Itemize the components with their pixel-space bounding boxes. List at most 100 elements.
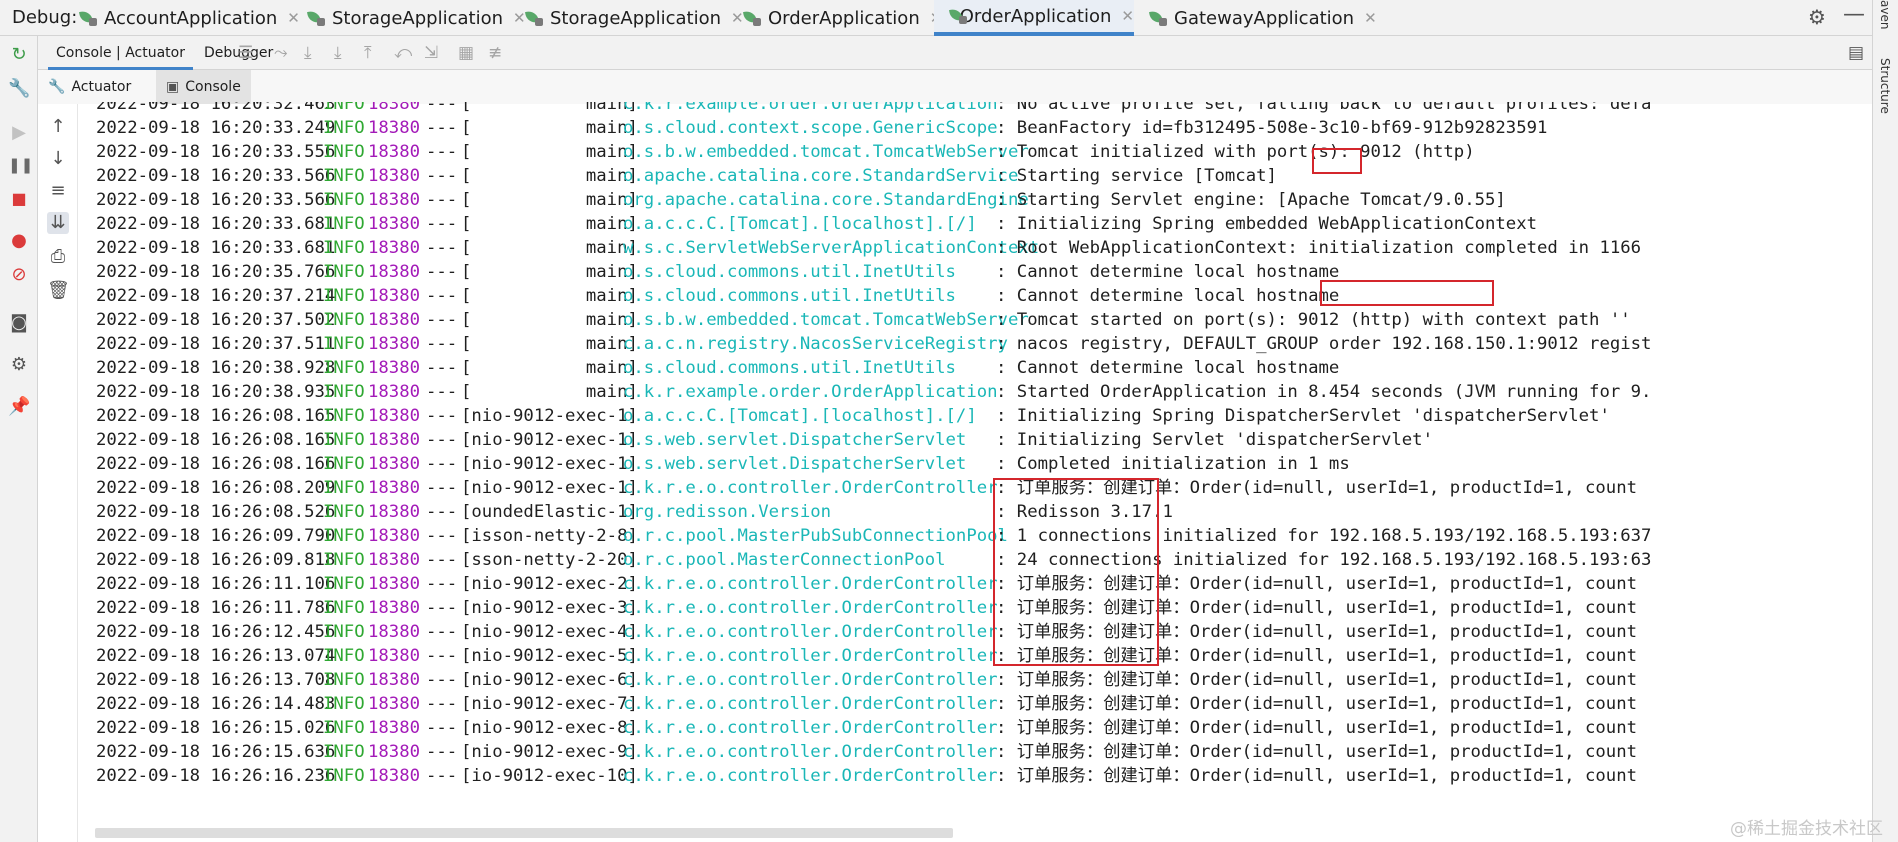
step-over-icon[interactable]: ⤓ xyxy=(304,43,312,63)
scroll-to-end-icon[interactable]: ⇊ xyxy=(47,212,69,234)
down-arrow-icon[interactable]: ↓ xyxy=(47,148,69,170)
tab-storage-application-2[interactable]: StorageApplication ✕ xyxy=(524,0,744,36)
log-logger[interactable]: o.apache.catalina.core.StandardService xyxy=(623,164,1018,188)
print-icon[interactable]: ⎙ xyxy=(47,246,69,268)
log-logger[interactable]: o.r.c.pool.MasterPubSubConnectionPool xyxy=(623,524,1008,548)
log-thread: [ main] xyxy=(461,310,638,330)
run-to-cursor-icon[interactable]: ⇲ xyxy=(424,43,438,63)
log-sep: --- xyxy=(426,526,458,546)
log-logger[interactable]: c.k.r.example.order.OrderApplication xyxy=(623,102,998,116)
wrench-icon[interactable]: 🔧 xyxy=(8,78,30,100)
log-level: INFO xyxy=(323,214,365,234)
log-ts: 2022-09-18 16:26:08.165 xyxy=(96,430,336,450)
log-logger[interactable]: o.s.b.w.embedded.tomcat.TomcatWebServer xyxy=(623,140,1029,164)
pause-icon[interactable]: ❚❚ xyxy=(8,154,33,176)
log-sep: --- xyxy=(426,238,458,258)
log-sep: --- xyxy=(426,622,458,642)
pin-icon[interactable]: 📌 xyxy=(8,396,30,418)
horizontal-scrollbar[interactable] xyxy=(95,828,953,838)
tab-storage-application-1[interactable]: StorageApplication ✕ xyxy=(306,0,526,36)
tab-actuator[interactable]: 🔧 Actuator xyxy=(48,70,131,104)
drop-frame-icon[interactable]: ⤺ xyxy=(394,43,412,63)
resume-icon[interactable]: ▶ xyxy=(8,122,30,144)
mute-breakpoints-icon[interactable]: ⊘ xyxy=(8,264,30,286)
minimize-icon[interactable]: — xyxy=(1843,2,1865,27)
step-into-icon[interactable]: ⤓ xyxy=(334,43,342,63)
up-arrow-icon[interactable]: ↑ xyxy=(47,116,69,138)
log-logger[interactable]: c.k.r.example.order.OrderApplication xyxy=(623,380,998,404)
trace-icon[interactable]: ≢ xyxy=(488,43,502,63)
actuator-icon: 🔧 xyxy=(48,79,66,95)
log-sep: --- xyxy=(426,118,458,138)
soft-wrap-icon[interactable]: ≡ xyxy=(47,180,69,202)
log-ts: 2022-09-18 16:20:35.766 xyxy=(96,262,336,282)
log-logger[interactable]: o.a.c.c.C.[Tomcat].[localhost].[/] xyxy=(623,212,977,236)
show-execution-point-icon[interactable]: ⤳ xyxy=(274,43,288,63)
stop-icon[interactable]: ■ xyxy=(8,188,30,210)
log-level: INFO xyxy=(323,238,365,258)
gear-icon[interactable]: ⚙ xyxy=(1808,5,1826,29)
view-breakpoints-icon[interactable]: ● xyxy=(8,230,30,252)
log-pid: 18380 xyxy=(368,118,421,138)
camera-icon[interactable]: ◙ xyxy=(8,312,30,334)
log-logger[interactable]: c.k.r.e.o.controller.OrderController xyxy=(623,476,998,500)
spring-boot-icon xyxy=(1148,10,1168,26)
log-msg: : Completed initialization in 1 ms xyxy=(996,454,1350,474)
settings-icon[interactable]: ⚙ xyxy=(8,354,30,376)
log-logger[interactable]: c.k.r.e.o.controller.OrderController xyxy=(623,572,998,596)
console-output[interactable]: 2022-09-18 16:20:32.463 INFO 18380 ---[ mai… xyxy=(78,102,1872,824)
close-icon[interactable]: ✕ xyxy=(1364,9,1377,27)
rerun-icon[interactable]: ↻ xyxy=(8,44,30,66)
log-logger[interactable]: o.s.cloud.commons.util.InetUtils xyxy=(623,260,956,284)
tab-account-application[interactable]: AccountApplication ✕ xyxy=(78,0,300,36)
log-level: INFO xyxy=(323,766,365,786)
log-ts: 2022-09-18 16:20:33.681 xyxy=(96,238,336,258)
log-logger[interactable]: o.s.cloud.commons.util.InetUtils xyxy=(623,284,956,308)
log-ts: 2022-09-18 16:20:38.928 xyxy=(96,358,336,378)
log-logger[interactable]: org.apache.catalina.core.StandardEngine xyxy=(623,188,1029,212)
log-ts: 2022-09-18 16:26:16.236 xyxy=(96,766,336,786)
log-logger[interactable]: o.s.b.w.embedded.tomcat.TomcatWebServer xyxy=(623,308,1029,332)
log-logger[interactable]: c.k.r.e.o.controller.OrderController xyxy=(623,692,998,716)
log-pid: 18380 xyxy=(368,598,421,618)
log-logger[interactable]: org.redisson.Version xyxy=(623,500,831,524)
log-logger[interactable]: o.a.c.c.C.[Tomcat].[localhost].[/] xyxy=(623,404,977,428)
log-logger[interactable]: c.k.r.e.o.controller.OrderController xyxy=(623,668,998,692)
log-logger[interactable]: c.k.r.e.o.controller.OrderController xyxy=(623,620,998,644)
log-logger[interactable]: c.k.r.e.o.controller.OrderController xyxy=(623,644,998,668)
close-icon[interactable]: ✕ xyxy=(1121,7,1134,25)
log-logger[interactable]: c.k.r.e.o.controller.OrderController xyxy=(623,764,998,788)
menu-icon[interactable]: ☰ xyxy=(238,43,253,63)
layout-icon[interactable]: ▤ xyxy=(1848,43,1864,63)
tab-gateway-application[interactable]: GatewayApplication ✕ xyxy=(1148,0,1377,36)
log-ts: 2022-09-18 16:26:09.818 xyxy=(96,550,336,570)
log-ts: 2022-09-18 16:20:32.463 xyxy=(96,102,336,114)
clear-all-icon[interactable]: 🗑 xyxy=(47,280,70,302)
log-logger[interactable]: o.s.cloud.context.scope.GenericScope xyxy=(623,116,998,140)
log-sep: --- xyxy=(426,166,458,186)
log-thread: [nio-9012-exec-3] xyxy=(461,598,638,618)
structure-tool-label[interactable]: Structure xyxy=(1878,58,1892,114)
log-msg: : nacos registry, DEFAULT_GROUP order 19… xyxy=(996,334,1652,354)
log-thread: [ main] xyxy=(461,102,638,114)
tab-order-application-2[interactable]: OrderApplication ✕ xyxy=(934,0,1134,36)
log-logger[interactable]: o.r.c.pool.MasterConnectionPool xyxy=(623,548,946,572)
log-logger[interactable]: c.a.c.n.registry.NacosServiceRegistry xyxy=(623,332,1008,356)
step-out-icon[interactable]: ⤒ xyxy=(364,43,372,63)
log-logger[interactable]: o.s.web.servlet.DispatcherServlet xyxy=(623,452,966,476)
log-logger[interactable]: c.k.r.e.o.controller.OrderController xyxy=(623,596,998,620)
tab-console[interactable]: ▣ Console xyxy=(156,70,251,104)
log-thread: [nio-9012-exec-6] xyxy=(461,670,638,690)
log-logger[interactable]: o.s.web.servlet.DispatcherServlet xyxy=(623,428,966,452)
maven-tool-label[interactable]: aven xyxy=(1878,0,1892,29)
tab-label: OrderApplication xyxy=(768,7,920,29)
tab-console-actuator[interactable]: Console | Actuator xyxy=(48,36,193,70)
log-logger[interactable]: o.s.cloud.commons.util.InetUtils xyxy=(623,356,956,380)
tab-order-application-1[interactable]: OrderApplication ✕ xyxy=(742,0,942,36)
evaluate-expression-icon[interactable]: ▦ xyxy=(458,43,474,63)
log-msg: : Cannot determine local hostname xyxy=(996,358,1340,378)
close-icon[interactable]: ✕ xyxy=(287,9,300,27)
log-logger[interactable]: w.s.c.ServletWebServerApplicationContext xyxy=(623,236,1039,260)
log-logger[interactable]: c.k.r.e.o.controller.OrderController xyxy=(623,716,998,740)
log-logger[interactable]: c.k.r.e.o.controller.OrderController xyxy=(623,740,998,764)
